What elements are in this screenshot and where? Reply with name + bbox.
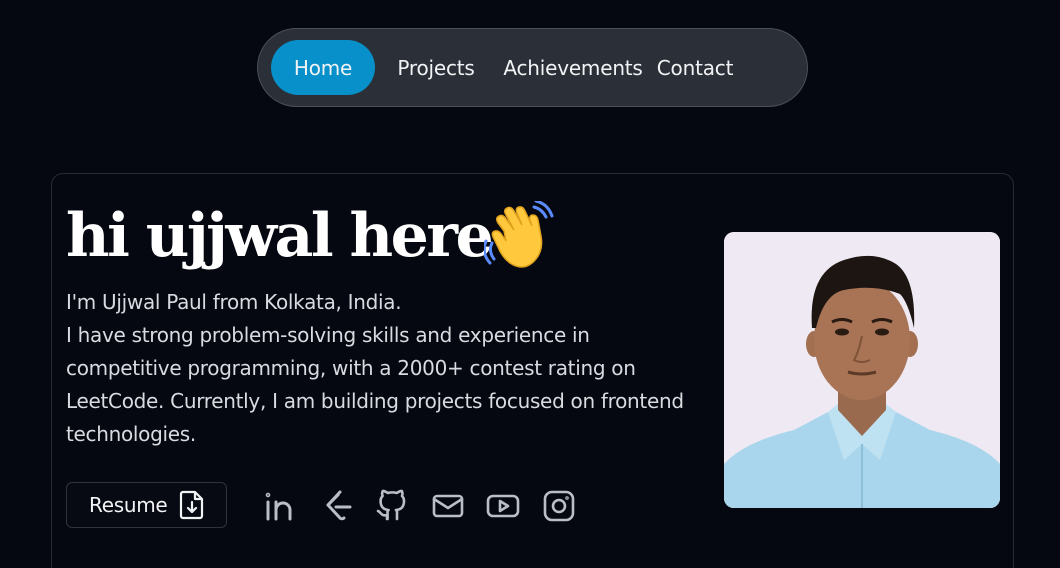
hero-bio: I'm Ujjwal Paul from Kolkata, India. I h… <box>66 286 706 451</box>
page: Home Projects Achievements Contact hi uj… <box>0 0 1060 568</box>
nav-projects[interactable]: Projects <box>383 40 489 95</box>
waving-hand-icon <box>484 201 554 268</box>
hero-card: hi ujjwal here I'm Ujjwal Paul from Kolk… <box>51 173 1014 568</box>
hero-title: hi ujjwal here <box>66 201 494 271</box>
instagram-icon <box>543 490 574 522</box>
instagram-link[interactable] <box>542 489 576 523</box>
linkedin-link[interactable] <box>264 489 298 523</box>
youtube-icon <box>486 494 520 518</box>
file-download-icon <box>180 490 204 520</box>
github-link[interactable] <box>375 489 409 523</box>
youtube-link[interactable] <box>486 489 520 523</box>
profile-photo-image <box>724 232 1000 508</box>
mail-icon <box>432 494 463 518</box>
navbar: Home Projects Achievements Contact <box>257 28 808 107</box>
leetcode-icon <box>326 490 351 521</box>
bio-line-intro: I'm Ujjwal Paul from Kolkata, India. <box>66 290 402 314</box>
github-icon <box>376 489 406 521</box>
bio-line-details: I have strong problem-solving skills and… <box>66 323 684 446</box>
nav-home[interactable]: Home <box>271 40 375 95</box>
mail-link[interactable] <box>431 489 465 523</box>
profile-photo <box>724 232 1000 508</box>
resume-button[interactable]: Resume <box>66 482 227 528</box>
resume-label: Resume <box>89 493 168 517</box>
leetcode-link[interactable] <box>320 489 354 523</box>
nav-achievements[interactable]: Achievements <box>501 40 645 95</box>
social-links <box>264 486 597 526</box>
nav-contact[interactable]: Contact <box>657 40 734 95</box>
linkedin-icon <box>265 492 292 521</box>
